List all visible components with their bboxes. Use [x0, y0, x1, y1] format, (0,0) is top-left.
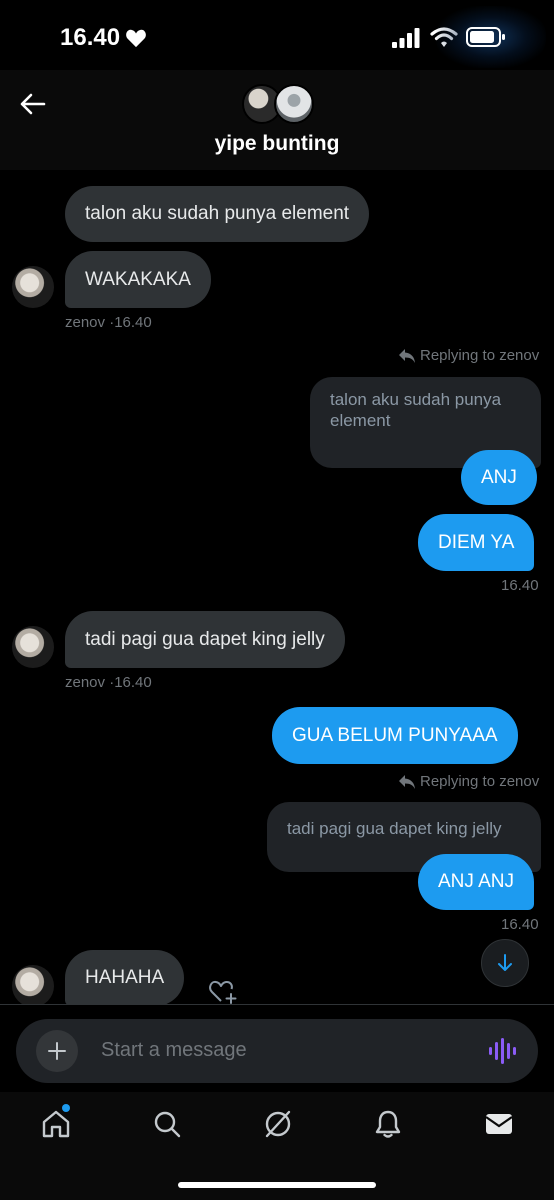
message-meta: zenov ·16.40	[65, 314, 152, 331]
reply-indicator: Replying to zenov	[398, 347, 539, 364]
bell-icon[interactable]	[372, 1108, 404, 1140]
reply-label: Replying to zenov	[420, 773, 540, 790]
search-icon[interactable]	[151, 1108, 183, 1140]
message-input[interactable]: Start a message	[101, 1039, 247, 1062]
add-media-button[interactable]	[36, 1030, 78, 1072]
message-bubble-incoming[interactable]: HAHAHA	[65, 950, 185, 1006]
home-icon[interactable]	[40, 1108, 72, 1140]
mail-icon[interactable]	[483, 1108, 515, 1140]
avatar[interactable]	[12, 266, 54, 308]
back-arrow-icon[interactable]	[18, 92, 46, 116]
avatar[interactable]	[12, 626, 54, 668]
composer-bar: Start a message	[0, 1004, 554, 1092]
voice-waveform-icon[interactable]	[488, 1037, 518, 1065]
message-bubble-outgoing[interactable]: DIEM YA	[418, 514, 535, 571]
battery-icon	[466, 27, 505, 47]
reply-icon	[399, 348, 415, 363]
heart-icon	[126, 29, 146, 48]
avatar	[274, 84, 314, 124]
conversation-header: yipe bunting	[0, 70, 554, 170]
avatar[interactable]	[12, 965, 54, 1007]
home-indicator	[178, 1182, 376, 1188]
message-bubble-outgoing[interactable]: ANJ	[461, 450, 537, 505]
group-avatars[interactable]	[242, 84, 314, 126]
status-time: 16.40	[60, 24, 147, 52]
notification-dot	[62, 1104, 70, 1112]
arrow-down-icon	[498, 954, 512, 971]
message-meta: 16.40	[501, 577, 539, 594]
plus-icon	[48, 1042, 66, 1060]
reply-icon	[399, 774, 415, 789]
scroll-to-bottom-button[interactable]	[481, 939, 529, 987]
grok-icon[interactable]	[262, 1108, 294, 1140]
add-reaction-icon[interactable]	[208, 979, 238, 1005]
bottom-navigation	[0, 1092, 554, 1200]
conversation-title[interactable]: yipe bunting	[0, 132, 554, 156]
reply-indicator: Replying to zenov	[398, 773, 539, 790]
message-bubble-outgoing[interactable]: GUA BELUM PUNYAAA	[272, 707, 518, 764]
message-meta: zenov ·16.40	[65, 674, 152, 691]
message-bubble-outgoing[interactable]: ANJ ANJ	[418, 854, 535, 910]
message-composer[interactable]: Start a message	[16, 1019, 538, 1083]
message-bubble-incoming[interactable]: WAKAKAKA	[65, 251, 211, 308]
reply-label: Replying to zenov	[420, 347, 540, 364]
message-bubble-incoming[interactable]: tadi pagi gua dapet king jelly	[65, 611, 345, 668]
cellular-signal-icon	[392, 28, 420, 48]
message-bubble-incoming[interactable]: talon aku sudah punya element	[65, 186, 370, 242]
clock-text: 16.40	[60, 24, 121, 51]
message-meta: 16.40	[501, 916, 539, 933]
status-bar: 16.40	[0, 0, 554, 70]
